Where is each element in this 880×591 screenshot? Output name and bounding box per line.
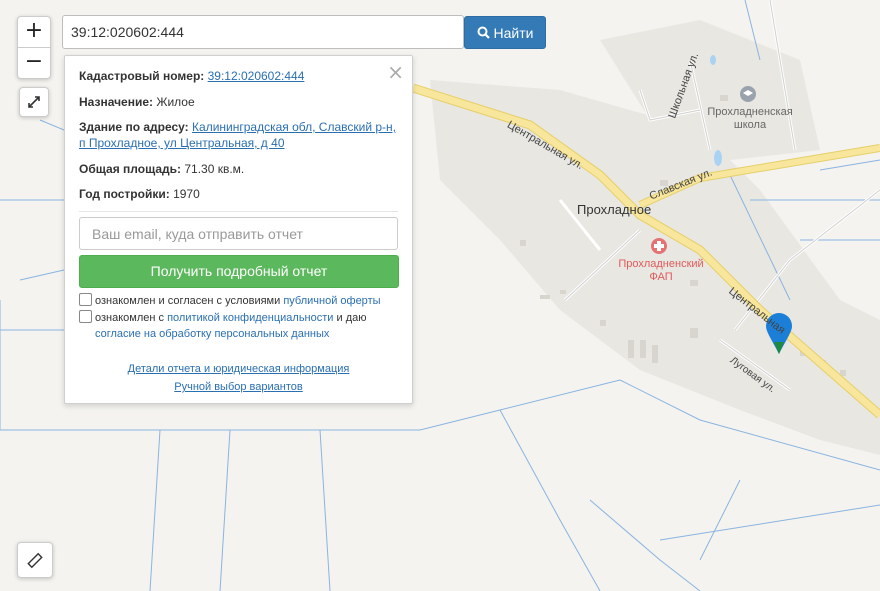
school-icon[interactable] bbox=[740, 86, 756, 102]
search-button[interactable]: Найти bbox=[464, 16, 546, 49]
year-value: 1970 bbox=[173, 187, 200, 201]
year-row: Год постройки: 1970 bbox=[79, 186, 200, 202]
consent-privacy: ознакомлен с политикой конфиденциальност… bbox=[79, 310, 379, 342]
pond bbox=[714, 150, 722, 166]
zoom-control: + − bbox=[17, 16, 51, 79]
ruler-button[interactable] bbox=[17, 542, 53, 578]
search-button-label: Найти bbox=[493, 24, 534, 41]
pond bbox=[710, 55, 716, 65]
school-label: Прохладненская школа bbox=[707, 106, 793, 131]
year-label: Год постройки: bbox=[79, 187, 170, 201]
offer-checkbox[interactable] bbox=[79, 293, 92, 306]
address-row: Здание по адресу: Калининградская обл, С… bbox=[79, 119, 396, 151]
purpose-label: Назначение: bbox=[79, 95, 154, 109]
manual-selection-link[interactable]: Ручной выбор вариантов bbox=[174, 381, 302, 393]
cadastral-link[interactable]: 39:12:020602:444 bbox=[208, 69, 305, 83]
report-details-link[interactable]: Детали отчета и юридическая информация bbox=[128, 363, 350, 375]
ruler-icon bbox=[27, 552, 43, 569]
expand-icon bbox=[28, 96, 40, 108]
medical-icon[interactable] bbox=[651, 238, 667, 254]
settlement-label: Прохладное bbox=[577, 202, 652, 217]
consent-privacy-text: ознакомлен с bbox=[95, 312, 165, 324]
email-field[interactable] bbox=[79, 217, 398, 250]
address-link-line1[interactable]: Калининградская обл, Славский р-н, bbox=[192, 120, 396, 134]
zoom-out-button[interactable]: − bbox=[18, 47, 50, 78]
purpose-value: Жилое bbox=[156, 95, 195, 109]
privacy-checkbox[interactable] bbox=[79, 310, 92, 323]
fullscreen-button[interactable] bbox=[19, 87, 49, 117]
cadastral-label: Кадастровый номер: bbox=[79, 69, 205, 83]
cadastral-row: Кадастровый номер: 39:12:020602:444 bbox=[79, 68, 304, 84]
search-icon bbox=[477, 26, 490, 39]
address-label: Здание по адресу: bbox=[79, 120, 189, 134]
zoom-in-button[interactable]: + bbox=[18, 17, 50, 47]
consent-and-text: и даю bbox=[336, 312, 367, 324]
cadastral-search-input[interactable] bbox=[62, 15, 464, 49]
consent-offer: ознакомлен и согласен с условиями публич… bbox=[79, 293, 381, 309]
get-report-button[interactable]: Получить подробный отчет bbox=[79, 255, 399, 288]
divider bbox=[79, 211, 398, 212]
address-link-line2[interactable]: п Прохладное, ул Центральная, д 40 bbox=[79, 136, 285, 150]
public-offer-link[interactable]: публичной оферты bbox=[283, 295, 380, 307]
close-icon[interactable]: × bbox=[387, 60, 404, 84]
area-row: Общая площадь: 71.30 кв.м. bbox=[79, 161, 244, 177]
property-info-popup: × Кадастровый номер: 39:12:020602:444 На… bbox=[64, 55, 413, 404]
privacy-policy-link[interactable]: политикой конфиденциальности bbox=[167, 312, 333, 324]
details-footer: Детали отчета и юридическая информация bbox=[65, 363, 412, 375]
medic-label: Прохладненский ФАП bbox=[618, 258, 704, 283]
purpose-row: Назначение: Жилое bbox=[79, 94, 195, 110]
consent-offer-text: ознакомлен и согласен с условиями bbox=[95, 295, 281, 307]
area-label: Общая площадь: bbox=[79, 162, 182, 176]
manual-footer: Ручной выбор вариантов bbox=[65, 381, 412, 393]
personal-data-consent-link[interactable]: согласие на обработку персональных данны… bbox=[95, 328, 329, 340]
area-value: 71.30 кв.м. bbox=[184, 162, 245, 176]
